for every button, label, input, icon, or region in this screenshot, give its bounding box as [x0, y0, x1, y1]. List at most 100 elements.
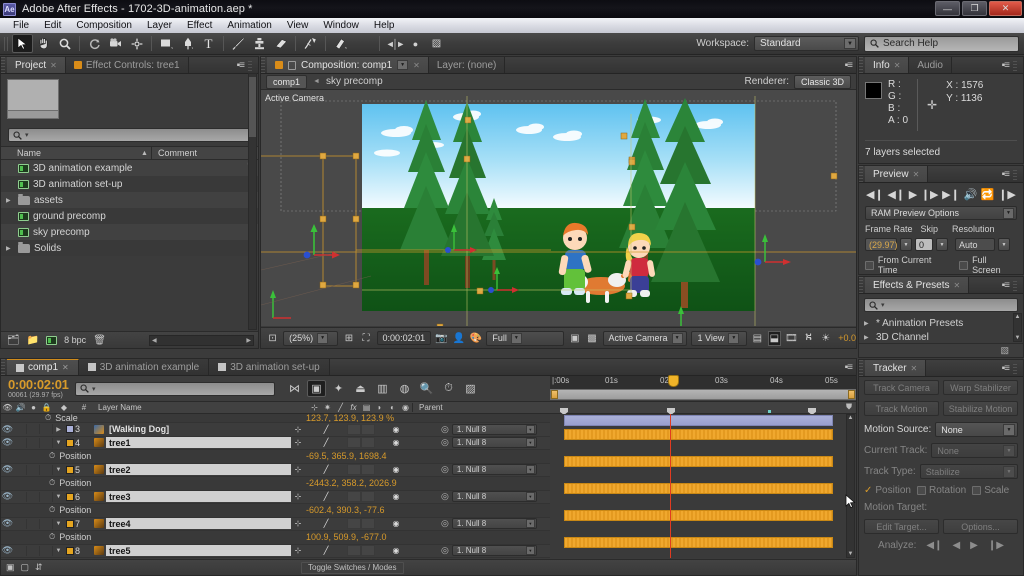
breadcrumb-precomp-label[interactable]: sky precomp	[326, 76, 383, 87]
renderer-button[interactable]: Classic 3D	[793, 74, 851, 89]
delete-icon[interactable]: 🗑	[93, 335, 106, 346]
enable-motion-blur-icon[interactable]: ▥	[373, 380, 392, 397]
stopwatch-icon[interactable]: ⏱	[49, 505, 55, 515]
camera-select[interactable]: Active Camera ▼	[602, 330, 688, 346]
ram-preview-options-select[interactable]: RAM Preview Options ▼	[865, 206, 1017, 220]
table-row[interactable]: 👁 ▶ 3 [Walking Dog] ⊹ ╱ ◉ ◎ 1. Null 8 ▼	[1, 423, 550, 437]
expand-triangle-icon[interactable]: ▶	[6, 245, 14, 252]
quality-switch[interactable]: ╱	[319, 545, 333, 556]
panel-resize-grip[interactable]	[248, 59, 252, 71]
shy-icon[interactable]: ⊹	[308, 403, 321, 412]
video-toggle[interactable]: 👁	[1, 424, 14, 435]
collapse-switch[interactable]	[305, 464, 319, 475]
collapse-switch[interactable]	[305, 491, 319, 502]
fast-previews-icon[interactable]: ⬓	[767, 330, 781, 346]
table-row[interactable]: 👁 ▼ 7 tree4 ⊹ ╱ ◉ ◎ 1. Null 8 ▼	[1, 517, 550, 531]
layer-bar[interactable]	[564, 537, 833, 548]
track-motion-button[interactable]: Track Motion	[864, 401, 939, 416]
position-checkbox-group[interactable]: ✓ Position	[864, 485, 911, 496]
frame-blend-icon[interactable]: ▤	[360, 403, 373, 412]
shy-switch[interactable]: ⊹	[291, 545, 305, 556]
comp-flowchart-icon[interactable]: ⛕	[802, 331, 815, 346]
current-time-display[interactable]: 0:00:02:01	[376, 331, 432, 345]
label-color[interactable]	[64, 425, 75, 434]
solo-toggle[interactable]	[27, 545, 40, 556]
close-button[interactable]: ✕	[989, 1, 1022, 16]
menu-animation[interactable]: Animation	[220, 19, 278, 32]
toolbar-grip[interactable]	[4, 36, 9, 51]
effects-switch[interactable]	[333, 545, 347, 556]
audio-toggle[interactable]	[14, 518, 27, 529]
expand-triangle-icon[interactable]: ▼	[53, 548, 64, 554]
scroll-up-icon[interactable]: ▲	[1015, 314, 1021, 320]
tab-layer[interactable]: Layer: (none)	[428, 57, 506, 73]
stopwatch-icon[interactable]: ⏱	[49, 532, 55, 542]
track-type-select[interactable]: Stabilize ▼	[919, 464, 1018, 479]
close-icon[interactable]: ✕	[62, 363, 69, 372]
hide-shy-layers-icon[interactable]: ✦	[329, 380, 348, 397]
motion-source-select[interactable]: None ▼	[935, 422, 1018, 437]
list-item[interactable]: sky precomp	[1, 224, 258, 240]
world-axis-mode-icon[interactable]: ●	[405, 34, 426, 53]
timeline-vertical-scrollbar[interactable]: ▲ ▼	[846, 414, 855, 558]
frame-blend-switch[interactable]	[347, 423, 361, 435]
pixel-aspect-correction-icon[interactable]: ▤	[751, 331, 764, 346]
panel-resize-grip[interactable]	[1013, 362, 1017, 374]
panel-grip[interactable]	[261, 57, 265, 73]
menu-edit[interactable]: Edit	[37, 19, 68, 32]
panel-menu-icon[interactable]: ▪≡	[1002, 169, 1010, 180]
video-toggle-icon[interactable]: 👁	[1, 403, 14, 412]
3d-layer-switch[interactable]: ◉	[389, 464, 403, 475]
video-toggle[interactable]: 👁	[1, 518, 14, 529]
always-preview-icon[interactable]: ⊡	[266, 331, 279, 346]
layer-name[interactable]: tree3	[106, 491, 291, 503]
transparency-grid-icon[interactable]: ▩	[585, 331, 598, 346]
panel-grip[interactable]	[859, 360, 863, 376]
scroll-down-icon[interactable]: ▼	[848, 551, 854, 557]
menu-file[interactable]: File	[6, 19, 36, 32]
panel-resize-grip[interactable]	[1013, 168, 1017, 180]
3d-layer-switch[interactable]: ◉	[389, 518, 403, 529]
edit-target-button[interactable]: Edit Target...	[864, 519, 939, 534]
collapse-switch[interactable]	[305, 518, 319, 529]
pick-whip-icon[interactable]: ◎	[441, 545, 449, 556]
property-row[interactable]: ⏱ Position 100.9, 509.9, -677.0	[1, 531, 550, 545]
tab-project[interactable]: Project ✕	[7, 57, 66, 73]
grid-guides-icon[interactable]: ⊞	[342, 331, 355, 346]
workspace-select[interactable]: Standard ▼	[754, 36, 859, 51]
parent-select[interactable]: 1. Null 8 ▼	[451, 545, 537, 557]
analyze-next-frame-icon[interactable]: ❙▶	[988, 540, 1004, 551]
frame-blend-switch[interactable]	[347, 491, 361, 503]
transfer-controls-pane-icon[interactable]: ▢	[21, 562, 30, 573]
property-row[interactable]: ⏱ Position -2443.2, 358.2, 2026.9	[1, 477, 550, 491]
panel-grip[interactable]	[1, 57, 5, 73]
ruler-track[interactable]: |:00s 01s 02s 03s 04s 05s	[550, 376, 856, 389]
brush-tool[interactable]	[228, 34, 249, 53]
column-comment[interactable]: Comment	[151, 147, 258, 159]
panel-menu-icon[interactable]: ▪≡	[845, 362, 853, 373]
parent-select[interactable]: 1. Null 8 ▼	[451, 423, 537, 435]
close-icon[interactable]: ✕	[413, 61, 420, 70]
property-value[interactable]: -602.4, 390.3, -77.6	[306, 505, 385, 515]
expand-triangle-icon[interactable]: ▼	[53, 521, 64, 527]
panel-resize-grip[interactable]	[1013, 59, 1017, 71]
close-icon[interactable]: ✕	[894, 61, 901, 70]
expand-triangle-icon[interactable]: ▶	[864, 334, 872, 341]
tab-comp1[interactable]: comp1 ✕	[7, 359, 79, 375]
expand-triangle-icon[interactable]: ▶	[6, 197, 14, 204]
from-current-time-checkbox[interactable]	[865, 260, 874, 270]
quality-icon[interactable]: ╱	[334, 403, 347, 412]
effects-switch[interactable]	[333, 518, 347, 529]
menu-view[interactable]: View	[280, 19, 316, 32]
project-horizontal-scrollbar[interactable]: ◀ ▶	[149, 334, 254, 346]
effects-switch[interactable]	[333, 424, 347, 435]
parent-select[interactable]: 1. Null 8 ▼	[451, 518, 537, 530]
shy-switch[interactable]: ⊹	[291, 424, 305, 435]
motion-blur-switch[interactable]	[361, 464, 375, 476]
list-item[interactable]: ▶ assets	[1, 192, 258, 208]
3d-layer-switch[interactable]: ◉	[389, 491, 403, 502]
audio-toggle[interactable]	[14, 545, 27, 556]
list-item[interactable]: ▶ 3D Channel	[859, 330, 1023, 344]
table-row[interactable]: 👁 ▼ 5 tree2 ⊹ ╱ ◉ ◎ 1. Null 8 ▼	[1, 463, 550, 477]
layer-name[interactable]: tree1	[106, 437, 291, 449]
